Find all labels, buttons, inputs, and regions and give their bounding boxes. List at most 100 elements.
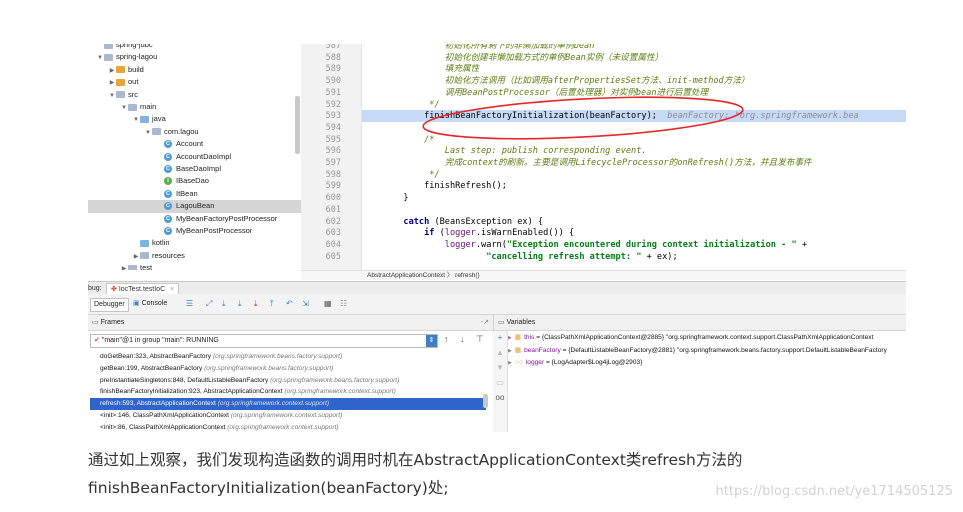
tab-console[interactable]: ▣ Console [130, 298, 170, 310]
menu-icon[interactable]: ☰ [186, 299, 193, 309]
line-number[interactable]: 597 [301, 157, 341, 169]
tree-scrollbar[interactable] [295, 96, 300, 154]
evaluate-icon[interactable]: ▦ [324, 299, 332, 309]
code-line[interactable]: /* [362, 134, 906, 146]
tree-item[interactable]: ▼ java [88, 113, 301, 125]
tree-item[interactable]: ▼ com.lagou [88, 126, 301, 138]
tree-item[interactable]: ▼ src [88, 89, 301, 101]
variables-icon: ▭ [498, 319, 505, 326]
line-number[interactable]: 590 [301, 75, 341, 87]
show-execution-point-icon[interactable]: ⤢ [206, 299, 212, 309]
line-number[interactable]: 602 [301, 216, 341, 228]
tree-item[interactable]: I IBaseDao [88, 175, 301, 187]
frames-scrollbar[interactable] [483, 394, 488, 408]
variable-row[interactable]: ▶ ▦ beanFactory = {DefaultListableBeanFact… [508, 345, 906, 358]
line-number[interactable]: 596 [301, 145, 341, 157]
code-line[interactable]: */ [362, 169, 906, 181]
stack-frame[interactable]: getBean:199, AbstractBeanFactory (org.sp… [90, 363, 486, 375]
code-editor[interactable]: 初始化所有剩下的非懒加载的单例bean 初始化创建非懒加载方式的单例Bean实例… [362, 44, 906, 270]
chevron-right-icon[interactable]: ▶ [508, 360, 512, 366]
editor-breadcrumb[interactable]: AbstractApplicationContext 〉 refresh() [301, 270, 906, 280]
run-to-cursor-icon[interactable]: ⇲ [302, 299, 309, 309]
close-icon[interactable]: × [170, 286, 174, 293]
stack-frame[interactable]: finishBeanFactoryInitialization:923, Abs… [90, 386, 486, 398]
variables-side-toolbar: + ▲ ▼ ▭ oo [493, 331, 508, 432]
current-execution-line[interactable]: finishBeanFactoryInitialization(beanFact… [362, 110, 906, 123]
step-into-icon[interactable]: ⤓ [238, 299, 242, 309]
code-line[interactable]: 初始化创建非懒加载方式的单例Bean实例（未设置属性） [362, 52, 906, 64]
tree-item[interactable]: spring-jdbc [88, 44, 301, 51]
stack-frame[interactable]: preInstantiateSingletons:848, DefaultLis… [90, 375, 486, 387]
tree-item-label: Account [176, 139, 204, 149]
tree-item[interactable]: ▶ test [88, 262, 301, 270]
line-number[interactable]: 600 [301, 192, 341, 204]
line-number[interactable]: 592 [301, 99, 341, 111]
filter-icon[interactable]: ⊤ [476, 332, 484, 346]
tree-item[interactable]: C BaseDaoImpl [88, 163, 301, 175]
code-line[interactable]: Last step: publish corresponding event. [362, 145, 906, 157]
add-watch-icon[interactable]: + [493, 333, 507, 342]
line-number[interactable]: 599 [301, 180, 341, 192]
code-line[interactable]: } [362, 192, 906, 204]
variable-row[interactable]: ▶ ○○ logger = {LogAdapter$Log4jLog@2903} [508, 357, 906, 370]
tree-item[interactable]: ▼ main [88, 101, 301, 113]
stack-frame[interactable]: <init>:146, ClassPathXmlApplicationConte… [90, 410, 486, 422]
line-number[interactable]: 594 [301, 122, 341, 134]
code-line[interactable]: */ [362, 99, 906, 111]
code-line[interactable]: 初始化方法调用（比如调用afterPropertiesSet方法、init-me… [362, 75, 906, 87]
chevron-right-icon[interactable]: ▶ [508, 348, 512, 354]
code-line[interactable] [362, 122, 906, 134]
chevron-right-icon[interactable]: ▶ [120, 263, 128, 270]
frame-up-icon[interactable]: ↑ [444, 332, 449, 346]
code-line[interactable]: "cancelling refresh attempt: " + ex); [362, 251, 906, 263]
stack-frame[interactable]: <init>:86, ClassPathXmlApplicationContex… [90, 422, 486, 432]
line-number[interactable]: 593 [301, 110, 341, 122]
line-number[interactable]: 595 [301, 134, 341, 146]
tree-item[interactable]: ▶ resources [88, 250, 301, 262]
drop-frame-icon[interactable]: ↶ [286, 299, 293, 309]
restore-layout-icon[interactable]: -↗ [481, 315, 489, 330]
code-line[interactable]: 填充属性 [362, 63, 906, 75]
settings-icon[interactable]: ☷ [340, 299, 347, 309]
tree-item[interactable]: ▶ out [88, 76, 301, 88]
line-number[interactable]: 601 [301, 204, 341, 216]
step-over-icon[interactable]: ⤓ [222, 299, 226, 309]
stack-frame[interactable]: doGetBean:323, AbstractBeanFactory (org.… [90, 351, 486, 363]
move-up-icon[interactable]: ▲ [493, 348, 507, 357]
line-number[interactable]: 605 [301, 251, 341, 263]
dropdown-icon[interactable]: ⇕ [426, 335, 437, 347]
thread-selector[interactable]: ✔ "main"@1 in group "main": RUNNING ⇕ [90, 334, 438, 348]
line-number[interactable]: 588 [301, 52, 341, 64]
line-number[interactable]: 603 [301, 227, 341, 239]
tree-item[interactable]: ▼ spring-lagou [88, 51, 301, 63]
code-line[interactable]: 调用BeanPostProcessor（后置处理器）对实例bean进行后置处理 [362, 87, 906, 99]
code-line[interactable]: logger.warn("Exception encountered durin… [362, 239, 906, 251]
watches-icon[interactable]: oo [493, 393, 507, 402]
step-out-icon[interactable]: ⤒ [270, 299, 274, 309]
tree-item[interactable]: C Account [88, 138, 301, 150]
tree-item[interactable]: kotlin [88, 237, 301, 249]
tree-item[interactable]: ▶ build [88, 64, 301, 76]
line-number[interactable]: 598 [301, 169, 341, 181]
chevron-right-icon[interactable]: ▶ [508, 335, 512, 341]
code-line[interactable] [362, 204, 906, 216]
code-line[interactable]: finishRefresh(); [362, 180, 906, 192]
code-line[interactable]: catch (BeansException ex) { [362, 216, 906, 228]
tree-item[interactable]: C AccountDaoImpl [88, 151, 301, 163]
move-down-icon[interactable]: ▼ [493, 363, 507, 372]
line-number[interactable]: 589 [301, 63, 341, 75]
tree-item[interactable]: C LagouBean [88, 200, 301, 213]
line-number[interactable]: 591 [301, 87, 341, 99]
code-line[interactable]: 完成context的刷新。主要是调用LifecycleProcessor的onR… [362, 157, 906, 169]
frame-down-icon[interactable]: ↓ [460, 332, 465, 346]
tab-debugger[interactable]: Debugger [90, 298, 129, 312]
force-step-into-icon[interactable]: ⤓ [254, 299, 258, 309]
line-number[interactable]: 604 [301, 239, 341, 251]
copy-icon[interactable]: ▭ [493, 378, 507, 387]
code-line[interactable]: if (logger.isWarnEnabled()) { [362, 227, 906, 239]
variable-row[interactable]: ▶ ▦ this = {ClassPathXmlApplicationContext… [508, 332, 906, 345]
tree-item[interactable]: C MyBeanFactoryPostProcessor [88, 213, 301, 225]
stack-frame[interactable]: refresh:593, AbstractApplicationContext … [90, 398, 486, 410]
tree-item[interactable]: C ItBean [88, 188, 301, 200]
tree-item[interactable]: C MyBeanPostProcessor [88, 225, 301, 237]
